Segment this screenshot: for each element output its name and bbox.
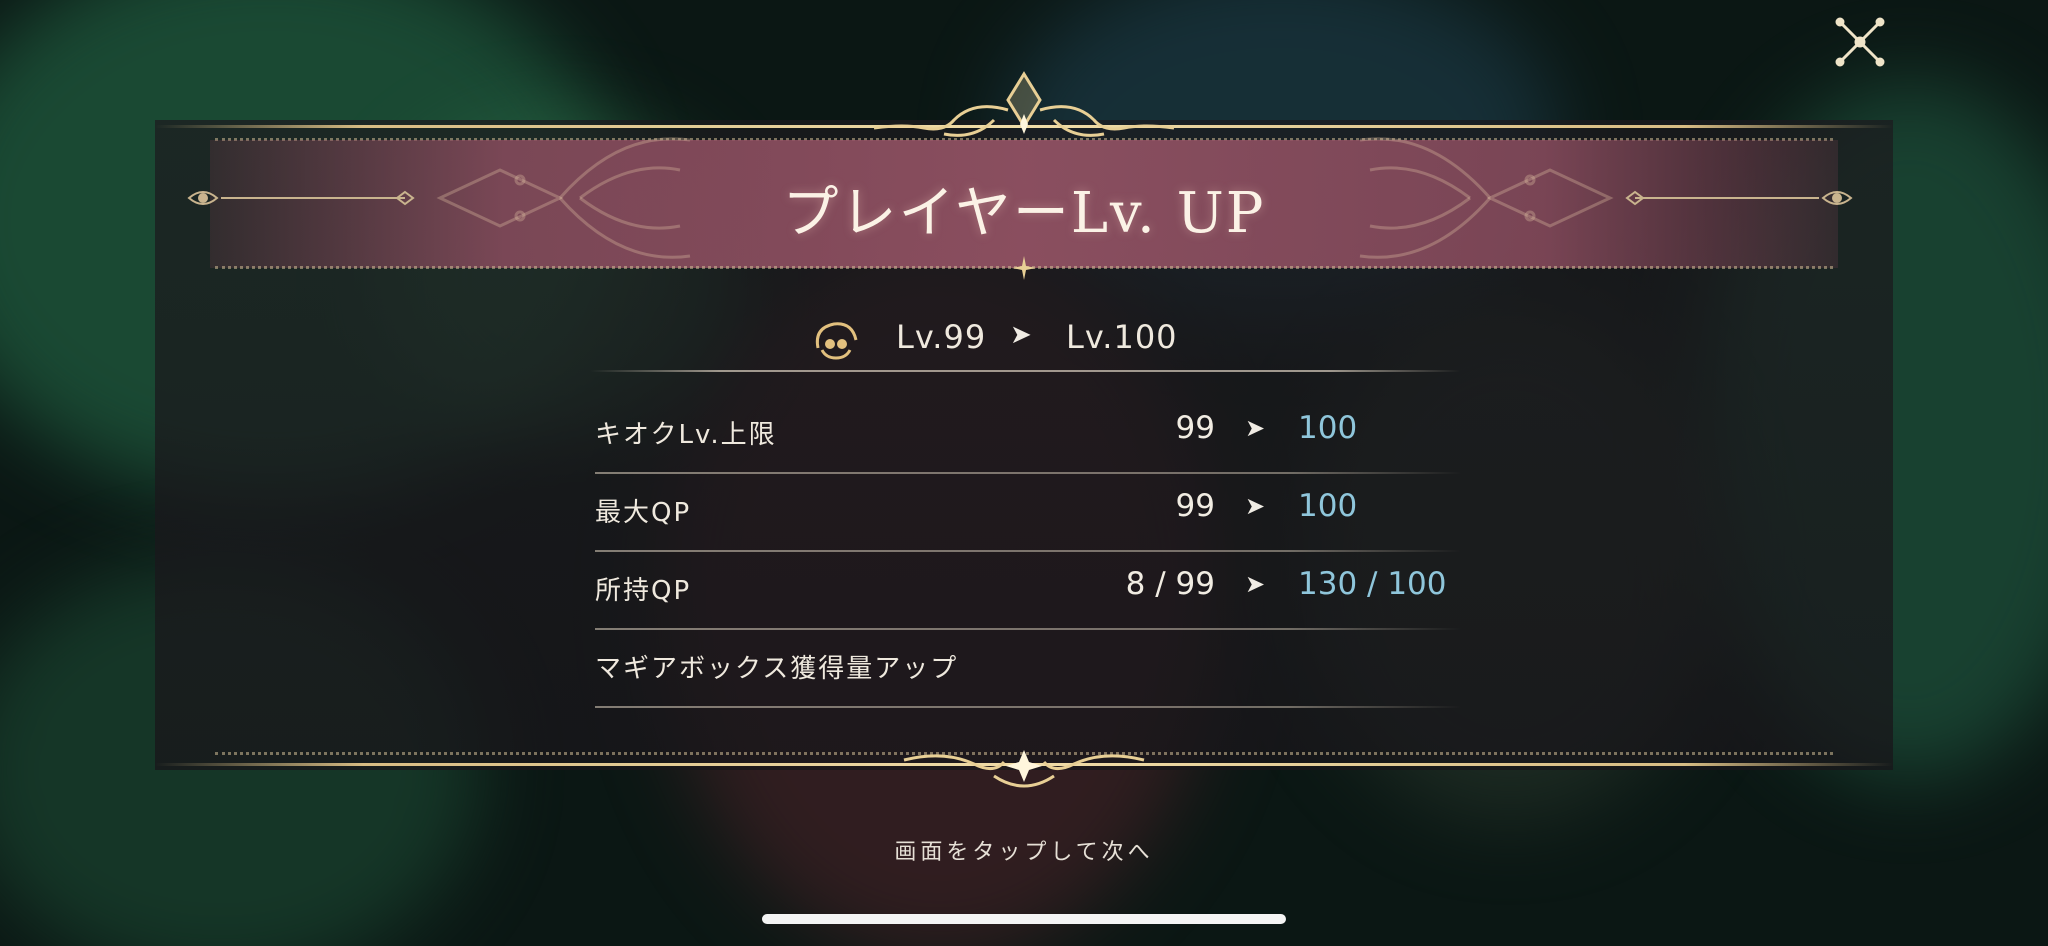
stat-arrow-icon: ➤	[1245, 492, 1266, 520]
stat-arrow-icon: ➤	[1245, 414, 1266, 442]
tap-to-continue-hint[interactable]: 画面をタップして次へ	[0, 834, 2048, 866]
sparkle-icon	[1012, 256, 1036, 280]
player-level-row: Lv.99 ➤ Lv.100	[0, 318, 2048, 362]
level-arrow-icon: ➤	[1010, 320, 1032, 350]
level-divider	[590, 370, 1460, 372]
stat-row-magia-box-up: マギアボックス獲得量アップ	[595, 630, 1461, 708]
stat-from-value: 99	[1175, 410, 1215, 446]
close-x-icon	[1835, 17, 1885, 67]
close-button[interactable]	[1834, 16, 1886, 68]
stat-row-held-qp: 所持QP 8 / 99 ➤ 130 / 100	[595, 552, 1461, 630]
bottom-crest-ornament	[903, 750, 1145, 788]
row-divider	[595, 706, 1461, 708]
home-indicator-bar[interactable]	[762, 914, 1286, 924]
stat-to-value: 130 / 100	[1298, 566, 1447, 602]
stat-arrow-icon: ➤	[1245, 570, 1266, 598]
player-avatar-icon	[815, 322, 858, 360]
stat-from-value: 99	[1175, 488, 1215, 524]
stat-row-max-qp: 最大QP 99 ➤ 100	[595, 474, 1461, 552]
level-from: Lv.99	[896, 318, 987, 356]
stat-to-value: 100	[1298, 410, 1358, 446]
level-to: Lv.100	[1066, 318, 1178, 356]
stat-row-kioku-lv-cap: キオクLv.上限 99 ➤ 100	[595, 396, 1461, 474]
stat-label: マギアボックス獲得量アップ	[595, 654, 959, 684]
stat-from-value: 8 / 99	[1125, 566, 1215, 602]
dialog-title: プレイヤーLv. UP	[782, 181, 1266, 246]
stat-to-value: 100	[1298, 488, 1358, 524]
top-crest-ornament	[873, 71, 1175, 137]
